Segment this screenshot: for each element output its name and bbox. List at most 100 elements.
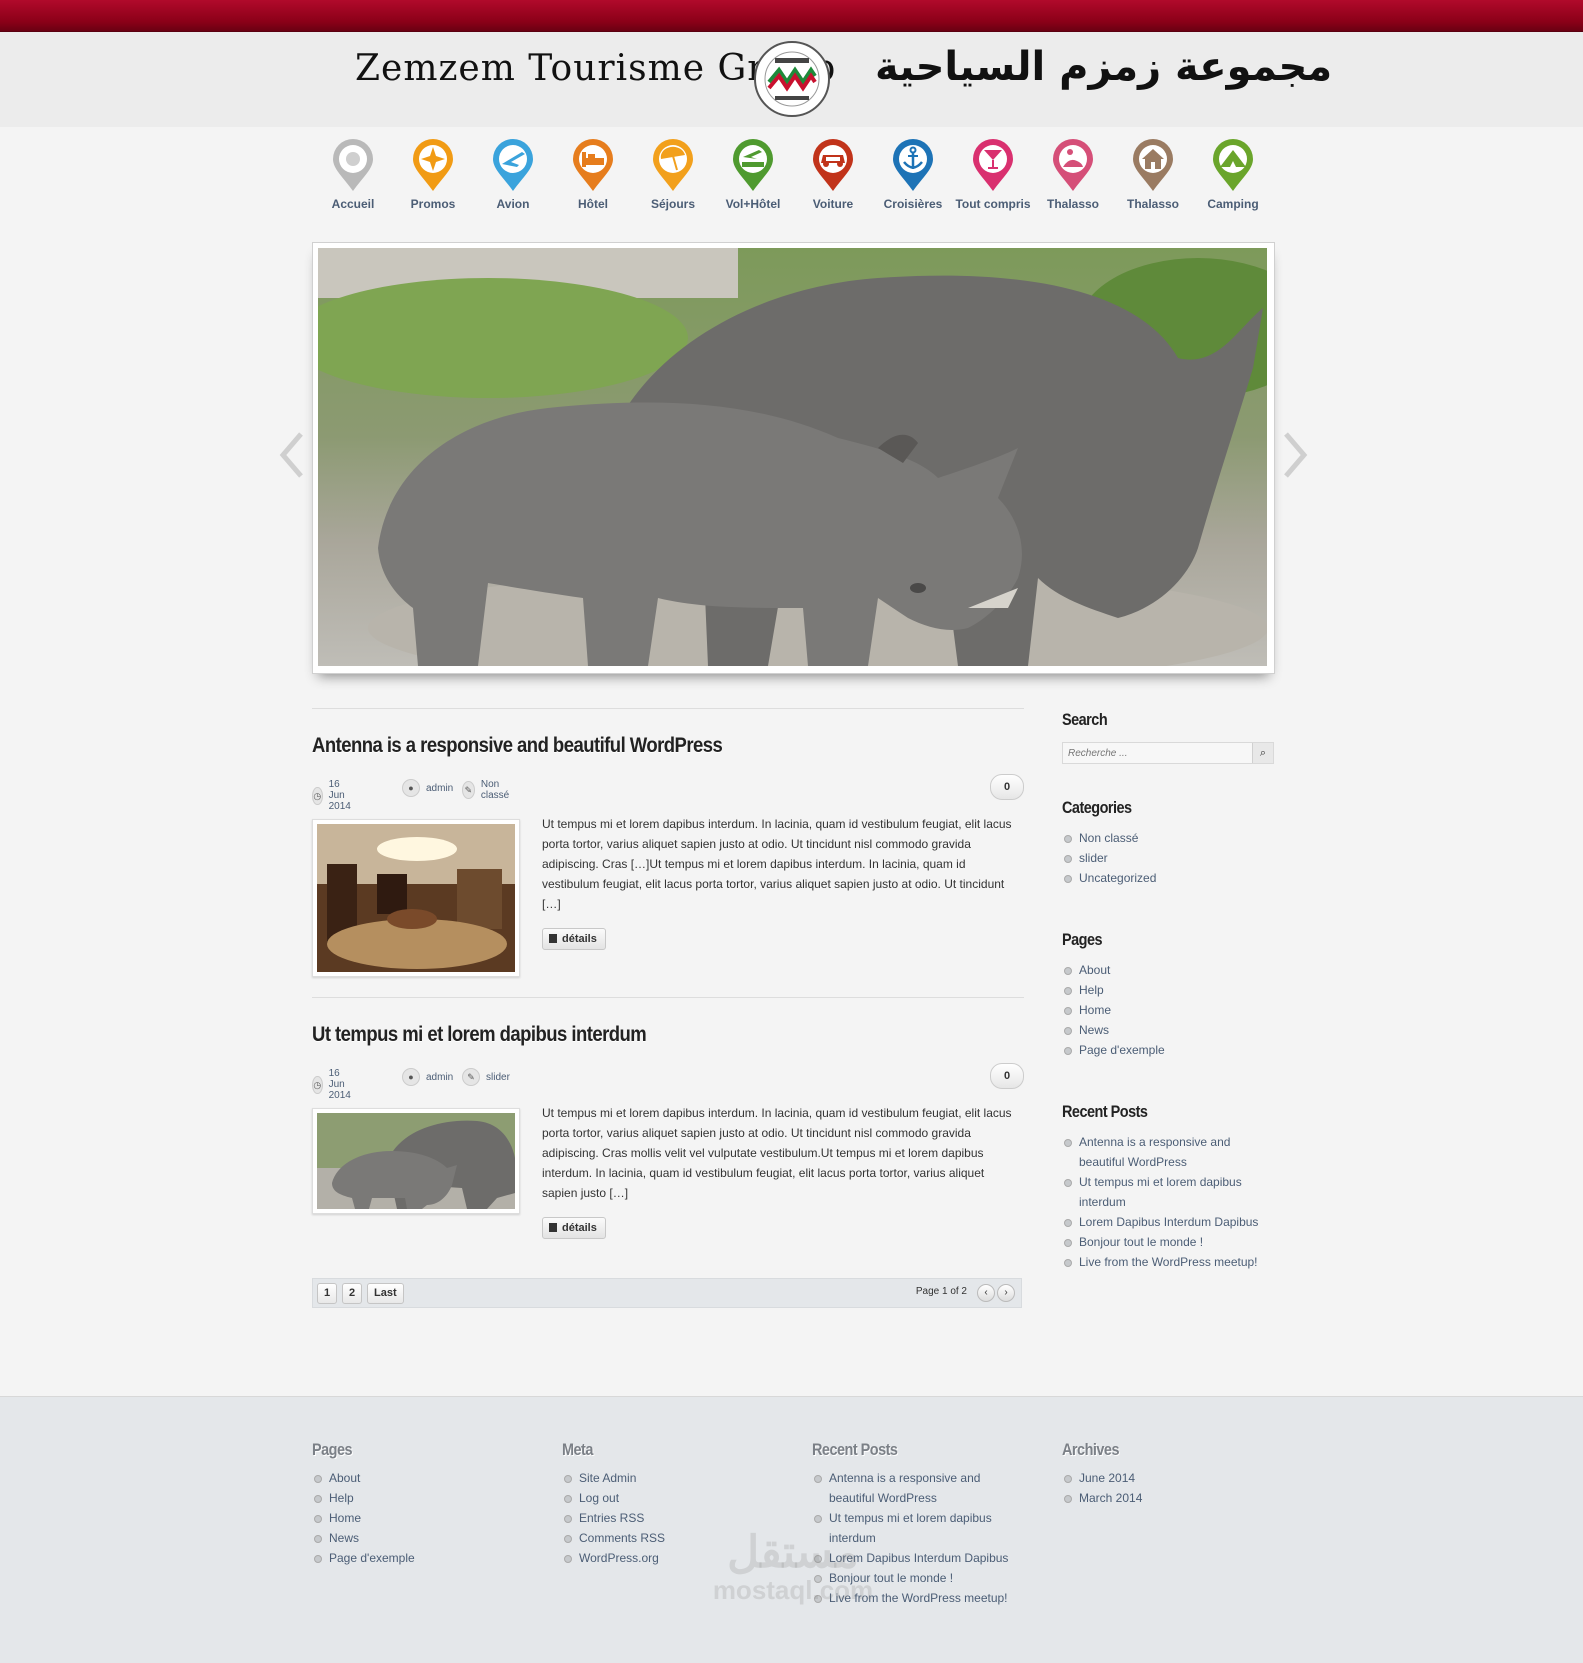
- footer-page-link[interactable]: Home: [312, 1508, 527, 1528]
- post-category[interactable]: ✎ slider: [462, 1068, 510, 1086]
- chevron-left-icon[interactable]: [277, 430, 307, 480]
- footer-recent-link[interactable]: Antenna is a responsive and beautiful Wo…: [812, 1468, 1022, 1508]
- footer-archives-list: June 2014 March 2014: [1062, 1468, 1277, 1508]
- image-slider[interactable]: [312, 242, 1275, 674]
- footer-meta-title: Meta: [562, 1440, 593, 1459]
- sidebar: Search ⌕ Categories Non classé slider Un…: [1062, 710, 1274, 1272]
- document-icon: [549, 1223, 557, 1232]
- post-thumbnail[interactable]: [312, 1108, 520, 1214]
- recent-posts-list: Antenna is a responsive and beautiful Wo…: [1062, 1132, 1274, 1272]
- post-date-text: 16 Jun 2014: [328, 779, 351, 812]
- details-label: détails: [562, 933, 597, 945]
- post-category-text: slider: [486, 1071, 510, 1083]
- search-input[interactable]: [1063, 743, 1253, 764]
- footer-archives-column: Archives June 2014 March 2014: [1062, 1440, 1277, 1508]
- clock-icon: ◷: [312, 786, 323, 805]
- nav-label: Tout compris: [955, 197, 1031, 211]
- footer-meta-link[interactable]: Entries RSS: [562, 1508, 777, 1528]
- category-link[interactable]: Non classé: [1062, 828, 1274, 848]
- details-button[interactable]: détails: [542, 928, 606, 950]
- page-link[interactable]: Page d'exemple: [1062, 1040, 1274, 1060]
- comment-count-bubble[interactable]: 0: [990, 774, 1024, 800]
- prev-page-button[interactable]: ‹: [977, 1284, 995, 1302]
- details-button[interactable]: détails: [542, 1217, 606, 1239]
- details-label: détails: [562, 1222, 597, 1234]
- footer-meta-link[interactable]: Log out: [562, 1488, 777, 1508]
- nav-label: Thalasso: [1046, 197, 1100, 211]
- category-link[interactable]: Uncategorized: [1062, 868, 1274, 888]
- pages-list: About Help Home News Page d'exemple: [1062, 960, 1274, 1060]
- categories-list: Non classé slider Uncategorized: [1062, 828, 1274, 888]
- rhinoceros-photo: [318, 248, 1267, 666]
- nav-item-croisieres[interactable]: Croisières: [873, 137, 953, 211]
- car-icon: [813, 139, 853, 191]
- post: Antenna is a responsive and beautiful Wo…: [312, 709, 1024, 997]
- nav-item-hotel[interactable]: Hôtel: [553, 137, 633, 211]
- nav-label: Croisières: [883, 197, 943, 211]
- footer-meta-link[interactable]: Site Admin: [562, 1468, 777, 1488]
- post-date: ◷ 16 Jun 2014: [312, 1068, 358, 1101]
- nav-item-camping[interactable]: Camping: [1193, 137, 1273, 211]
- nav-item-promos[interactable]: Promos: [393, 137, 473, 211]
- nav-label: Vol+Hôtel: [725, 197, 781, 211]
- footer-pages-list: About Help Home News Page d'exemple: [312, 1468, 527, 1568]
- post-thumbnail[interactable]: [312, 819, 520, 977]
- watermark-arabic: مستقل: [727, 1528, 859, 1577]
- page-1-button[interactable]: 1: [317, 1283, 338, 1304]
- comment-count-bubble[interactable]: 0: [990, 1063, 1024, 1089]
- post-excerpt: Ut tempus mi et lorem dapibus interdum. …: [542, 817, 1012, 911]
- footer-recent-title: Recent Posts: [812, 1440, 898, 1459]
- top-red-bar: [0, 0, 1583, 32]
- star-icon: [413, 139, 453, 191]
- post-author[interactable]: ● admin: [402, 779, 453, 797]
- page-link[interactable]: News: [1062, 1020, 1274, 1040]
- post-category[interactable]: ✎ Non classé: [462, 779, 514, 801]
- house-icon: [1133, 139, 1173, 191]
- recent-post-link[interactable]: Lorem Dapibus Interdum Dapibus: [1062, 1212, 1274, 1232]
- footer-archive-link[interactable]: June 2014: [1062, 1468, 1277, 1488]
- search-widget-title: Search: [1062, 710, 1108, 729]
- footer-archives-title: Archives: [1062, 1440, 1119, 1459]
- search-icon[interactable]: ⌕: [1252, 743, 1273, 763]
- nav-item-thalasso-2[interactable]: Thalasso: [1113, 137, 1193, 211]
- footer-page-link[interactable]: News: [312, 1528, 527, 1548]
- footer-page-link[interactable]: Page d'exemple: [312, 1548, 527, 1568]
- post-title[interactable]: Ut tempus mi et lorem dapibus interdum: [312, 1023, 647, 1047]
- nav-item-tout-compris[interactable]: Tout compris: [953, 137, 1033, 211]
- footer-archive-link[interactable]: March 2014: [1062, 1488, 1277, 1508]
- post-author[interactable]: ● admin: [402, 1068, 453, 1086]
- last-page-button[interactable]: Last: [367, 1283, 404, 1304]
- nav-label: Séjours: [650, 197, 695, 211]
- page-link[interactable]: Home: [1062, 1000, 1274, 1020]
- nav-item-vol-hotel[interactable]: Vol+Hôtel: [713, 137, 793, 211]
- nav-label: Avion: [496, 197, 530, 211]
- footer-page-link[interactable]: Help: [312, 1488, 527, 1508]
- post-date-text: 16 Jun 2014: [328, 1068, 351, 1101]
- recent-post-link[interactable]: Antenna is a responsive and beautiful Wo…: [1062, 1132, 1274, 1172]
- nav-item-thalasso[interactable]: Thalasso: [1033, 137, 1113, 211]
- recent-post-link[interactable]: Live from the WordPress meetup!: [1062, 1252, 1274, 1272]
- page-link[interactable]: Help: [1062, 980, 1274, 1000]
- nav-item-voiture[interactable]: Voiture: [793, 137, 873, 211]
- site-logo[interactable]: [753, 40, 831, 118]
- category-link[interactable]: slider: [1062, 848, 1274, 868]
- categories-widget-title: Categories: [1062, 798, 1132, 817]
- site-title-ar[interactable]: مجموعة زمزم السياحية: [875, 44, 1332, 90]
- nav-item-sejours[interactable]: Séjours: [633, 137, 713, 211]
- post-excerpt: Ut tempus mi et lorem dapibus interdum. …: [542, 1106, 1012, 1200]
- pencil-icon: ✎: [462, 781, 475, 799]
- page-2-button[interactable]: 2: [342, 1283, 363, 1304]
- clock-icon: ◷: [312, 1075, 323, 1094]
- nav-item-avion[interactable]: Avion: [473, 137, 553, 211]
- post-title[interactable]: Antenna is a responsive and beautiful Wo…: [312, 734, 723, 758]
- recent-post-link[interactable]: Bonjour tout le monde !: [1062, 1232, 1274, 1252]
- nav-item-accueil[interactable]: Accueil: [313, 137, 393, 211]
- recent-post-link[interactable]: Ut tempus mi et lorem dapibus interdum: [1062, 1172, 1274, 1212]
- location-pin-icon: [333, 139, 373, 191]
- chevron-right-icon[interactable]: [1280, 430, 1310, 480]
- watermark: مستقل mostaql.com: [693, 1528, 893, 1605]
- page-link[interactable]: About: [1062, 960, 1274, 980]
- user-icon: ●: [402, 779, 420, 797]
- footer-page-link[interactable]: About: [312, 1468, 527, 1488]
- next-page-button[interactable]: ›: [997, 1284, 1015, 1302]
